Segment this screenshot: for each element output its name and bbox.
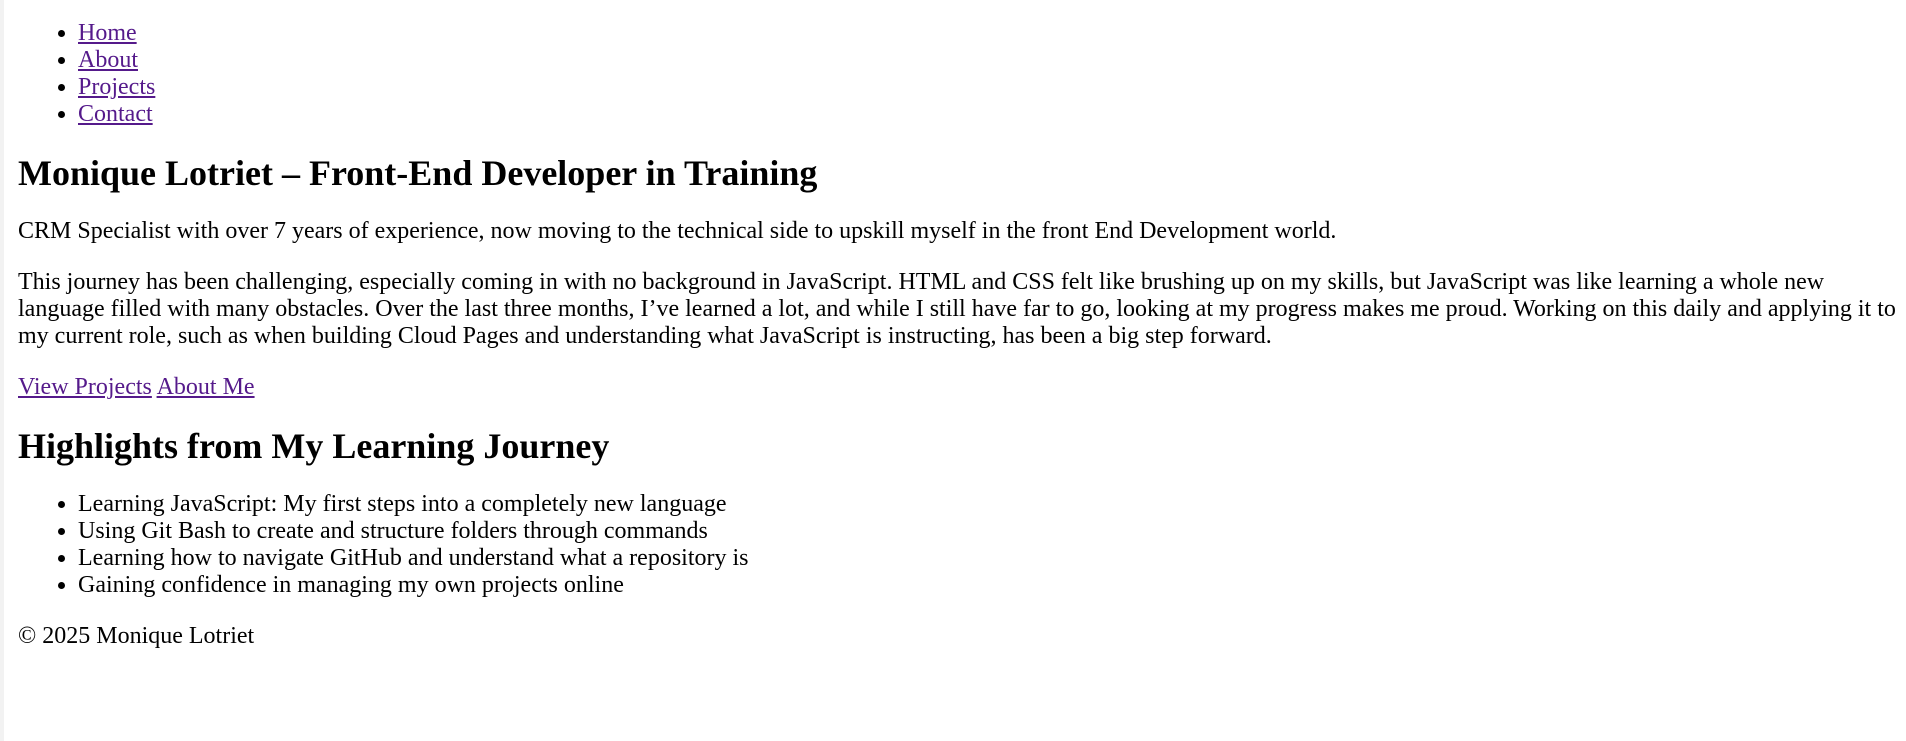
nav-link-about[interactable]: About <box>78 47 138 73</box>
cta-row: View Projects About Me <box>18 374 1904 401</box>
nav-item-home: Home <box>78 20 1904 47</box>
copyright-text: © 2025 Monique Lotriet <box>18 623 255 649</box>
nav-link-home[interactable]: Home <box>78 20 137 46</box>
highlight-item: Using Git Bash to create and structure f… <box>78 518 1904 545</box>
nav-item-about: About <box>78 47 1904 74</box>
highlight-item: Learning JavaScript: My first steps into… <box>78 491 1904 518</box>
about-me-link[interactable]: About Me <box>157 374 255 400</box>
nav-link-projects[interactable]: Projects <box>78 74 155 100</box>
page-title: Monique Lotriet – Front-End Developer in… <box>18 153 818 193</box>
window-left-edge <box>0 0 4 741</box>
intro-paragraph: CRM Specialist with over 7 years of expe… <box>18 218 1337 244</box>
highlights-list: Learning JavaScript: My first steps into… <box>18 491 1904 599</box>
nav-item-contact: Contact <box>78 101 1904 128</box>
view-projects-link[interactable]: View Projects <box>18 374 152 400</box>
page-content: Home About Projects Contact Monique Lotr… <box>18 0 1904 650</box>
footer: © 2025 Monique Lotriet <box>18 623 1904 650</box>
main-nav: Home About Projects Contact <box>18 20 1904 128</box>
nav-list: Home About Projects Contact <box>18 20 1904 128</box>
page: Home About Projects Contact Monique Lotr… <box>0 0 1906 741</box>
highlights-title: Highlights from My Learning Journey <box>18 426 610 466</box>
highlight-item: Learning how to navigate GitHub and unde… <box>78 545 1904 572</box>
hero-section: Monique Lotriet – Front-End Developer in… <box>18 152 1904 401</box>
nav-link-contact[interactable]: Contact <box>78 101 153 127</box>
highlights-section: Highlights from My Learning Journey Lear… <box>18 425 1904 599</box>
nav-item-projects: Projects <box>78 74 1904 101</box>
journey-paragraph: This journey has been challenging, espec… <box>18 269 1896 349</box>
highlight-item: Gaining confidence in managing my own pr… <box>78 572 1904 599</box>
